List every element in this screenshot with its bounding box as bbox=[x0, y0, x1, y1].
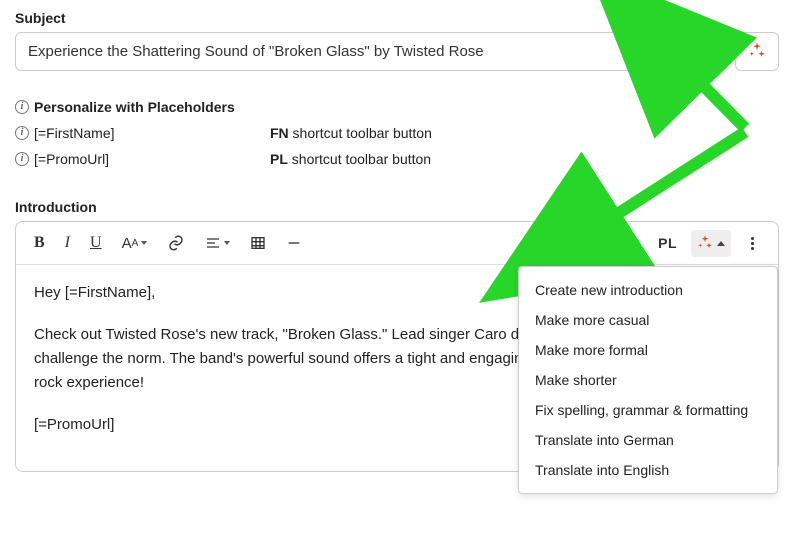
more-vertical-icon bbox=[745, 237, 760, 250]
placeholders-heading-text: Personalize with Placeholders bbox=[34, 99, 235, 115]
insert-firstname-button[interactable]: FN bbox=[608, 229, 648, 257]
sparkle-icon bbox=[697, 234, 713, 253]
placeholder-desc: PL shortcut toolbar button bbox=[270, 151, 431, 167]
subject-label: Subject bbox=[15, 10, 779, 26]
placeholder-code: i [=PromoUrl] bbox=[15, 151, 270, 167]
toolbar-left-group: B I U AA bbox=[24, 228, 312, 258]
underline-button[interactable]: U bbox=[80, 228, 112, 258]
chevron-up-icon bbox=[717, 241, 725, 246]
horizontal-rule-icon bbox=[286, 235, 302, 251]
placeholder-desc: FN shortcut toolbar button bbox=[270, 125, 432, 141]
ai-actions-menu: Create new introduction Make more casual… bbox=[518, 266, 778, 494]
info-icon[interactable]: i bbox=[15, 152, 29, 166]
ai-menu-item[interactable]: Make shorter bbox=[519, 365, 777, 395]
editor-toolbar: B I U AA bbox=[16, 222, 778, 265]
info-icon: i bbox=[15, 100, 29, 114]
introduction-label: Introduction bbox=[15, 199, 779, 215]
horizontal-rule-button[interactable] bbox=[276, 229, 312, 257]
ai-menu-item[interactable]: Translate into English bbox=[519, 455, 777, 485]
introduction-editor: B I U AA bbox=[15, 221, 779, 472]
info-icon[interactable]: i bbox=[15, 126, 29, 140]
sparkle-icon bbox=[748, 41, 766, 62]
table-icon bbox=[250, 235, 266, 251]
ai-menu-item[interactable]: Translate into German bbox=[519, 425, 777, 455]
placeholder-code: i [=FirstName] bbox=[15, 125, 270, 141]
align-left-icon bbox=[205, 235, 221, 251]
subject-input[interactable] bbox=[15, 32, 727, 71]
placeholders-heading: i Personalize with Placeholders bbox=[15, 99, 779, 115]
ai-menu-item[interactable]: Make more formal bbox=[519, 335, 777, 365]
editor-wrap: B I U AA bbox=[15, 221, 779, 472]
toolbar-right-group: FN PL bbox=[608, 229, 770, 257]
bold-button[interactable]: B bbox=[24, 228, 55, 258]
link-button[interactable] bbox=[157, 228, 195, 258]
table-button[interactable] bbox=[240, 229, 276, 257]
placeholder-row: i [=FirstName] FN shortcut toolbar butto… bbox=[15, 125, 779, 141]
ai-menu-item[interactable]: Make more casual bbox=[519, 305, 777, 335]
insert-promourl-button[interactable]: PL bbox=[648, 229, 687, 257]
placeholder-row: i [=PromoUrl] PL shortcut toolbar button bbox=[15, 151, 779, 167]
ai-menu-item[interactable]: Fix spelling, grammar & formatting bbox=[519, 395, 777, 425]
placeholder-list: i [=FirstName] FN shortcut toolbar butto… bbox=[15, 125, 779, 167]
ai-menu-item[interactable]: Create new introduction bbox=[519, 275, 777, 305]
italic-button[interactable]: I bbox=[55, 228, 80, 258]
subject-ai-button[interactable] bbox=[735, 32, 779, 71]
more-options-button[interactable] bbox=[735, 231, 770, 256]
align-button[interactable] bbox=[195, 229, 240, 257]
introduction-ai-button[interactable] bbox=[691, 230, 731, 257]
link-icon bbox=[167, 234, 185, 252]
font-size-button[interactable]: AA bbox=[112, 229, 158, 258]
subject-row bbox=[15, 32, 779, 71]
